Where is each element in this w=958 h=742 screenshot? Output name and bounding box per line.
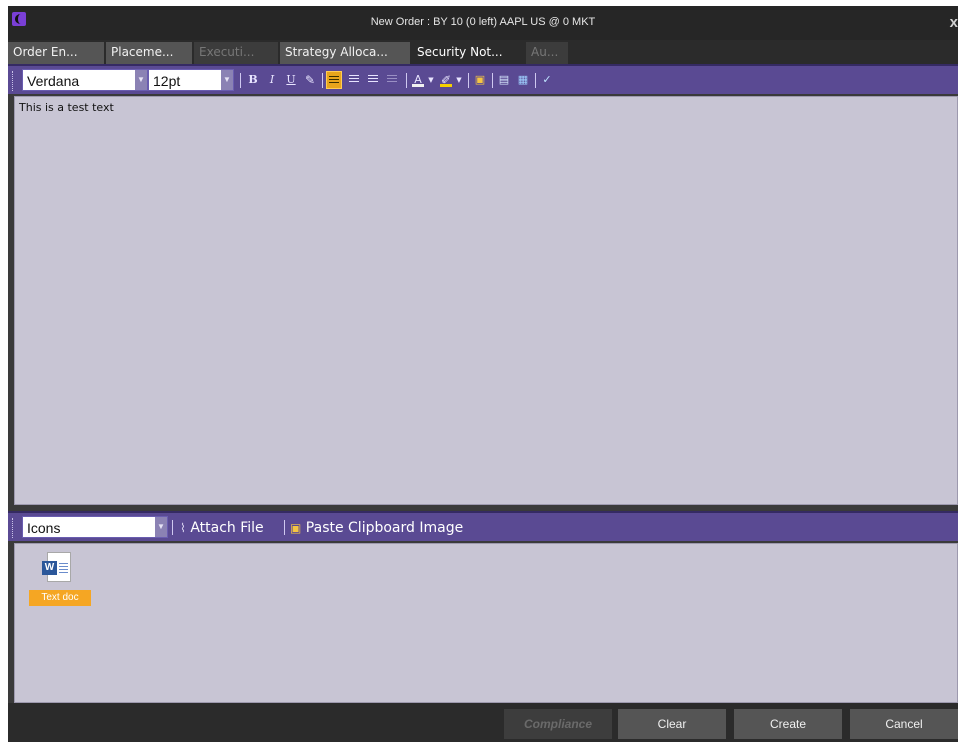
toolbar-grip[interactable] <box>12 518 15 538</box>
spellcheck-icon[interactable]: ✓ <box>539 71 555 89</box>
window-title: New Order : BY 10 (0 left) AAPL US @ 0 M… <box>370 16 596 28</box>
font-color-button[interactable]: A <box>410 71 426 89</box>
doc-lines <box>59 563 68 573</box>
toolbar-separator <box>406 73 407 88</box>
font-size-value: 12pt <box>153 73 181 89</box>
chevron-down-icon[interactable]: ▼ <box>454 71 464 89</box>
justify-icon <box>387 75 397 84</box>
clear-button[interactable]: Clear <box>618 709 726 739</box>
toolbar-separator <box>284 520 285 535</box>
align-center-button[interactable] <box>346 71 362 89</box>
tab-executions: Executi... <box>194 42 278 64</box>
bold-button[interactable]: B <box>245 71 261 89</box>
tab-strip: Order En... Placeme... Executi... Strate… <box>8 40 958 64</box>
align-right-icon <box>368 75 378 84</box>
notes-editor[interactable]: This is a test text <box>14 96 958 505</box>
attach-file-button[interactable]: ⌇ Attach File <box>180 520 264 536</box>
toolbar-separator <box>468 73 469 88</box>
create-button[interactable]: Create <box>734 709 842 739</box>
chevron-down-icon[interactable]: ▼ <box>426 71 436 89</box>
align-center-icon <box>349 75 359 84</box>
footer-bar: Compliance Clear Create Cancel <box>8 703 958 742</box>
order-window: New Order : BY 10 (0 left) AAPL US @ 0 M… <box>8 6 958 742</box>
title-bar: New Order : BY 10 (0 left) AAPL US @ 0 M… <box>8 6 958 40</box>
paste-icon: ▣ <box>290 521 302 535</box>
attachment-item[interactable]: W Text doc <box>27 552 91 612</box>
chevron-down-icon[interactable]: ▼ <box>221 70 233 90</box>
chevron-down-icon[interactable]: ▼ <box>135 70 147 90</box>
paperclip-icon: ⌇ <box>180 521 186 535</box>
justify-button[interactable] <box>384 71 400 89</box>
italic-button[interactable]: I <box>264 71 280 89</box>
view-mode-select[interactable]: Icons ▼ <box>22 516 168 538</box>
underline-button[interactable]: U <box>283 71 299 89</box>
font-size-select[interactable]: 12pt ▼ <box>148 69 234 91</box>
formatting-toolbar: Verdana ▼ 12pt ▼ B I U ✎ A ▼ ✐ ▼ ▣ ▤ ▦ ✓ <box>8 64 958 94</box>
attachment-name: Text doc <box>29 590 91 606</box>
compliance-button: Compliance <box>504 709 612 739</box>
word-doc-icon: W <box>42 552 71 582</box>
cancel-button[interactable]: Cancel <box>850 709 958 739</box>
attachment-toolbar: Icons ▼ ⌇ Attach File ▣ Paste Clipboard … <box>8 511 958 541</box>
align-left-icon <box>329 76 339 85</box>
attach-file-label: Attach File <box>190 520 264 536</box>
picture-icon[interactable]: ▦ <box>515 71 531 89</box>
attachment-area: W Text doc <box>14 543 958 703</box>
font-family-value: Verdana <box>27 73 80 89</box>
view-mode-value: Icons <box>27 520 61 536</box>
tab-audit: Au... <box>526 42 568 64</box>
align-right-button[interactable] <box>365 71 381 89</box>
align-left-button[interactable] <box>326 71 342 89</box>
toolbar-separator <box>492 73 493 88</box>
font-family-select[interactable]: Verdana ▼ <box>22 69 148 91</box>
font-color-swatch <box>412 84 424 87</box>
toolbar-separator <box>172 520 173 535</box>
toolbar-separator <box>322 73 323 88</box>
highlight-color-swatch <box>440 84 452 87</box>
chevron-down-icon[interactable]: ▼ <box>155 517 167 537</box>
insert-image-icon[interactable]: ▤ <box>496 71 512 89</box>
paste-icon[interactable]: ▣ <box>472 71 488 89</box>
toolbar-separator <box>240 73 241 88</box>
tab-order-entry[interactable]: Order En... <box>8 42 104 64</box>
paste-clipboard-image-button[interactable]: ▣ Paste Clipboard Image <box>290 520 463 536</box>
tab-security-notes[interactable]: Security Not... <box>412 42 524 64</box>
toolbar-separator <box>535 73 536 88</box>
tab-strategy-allocations[interactable]: Strategy Alloca... <box>280 42 410 64</box>
tab-placements[interactable]: Placeme... <box>106 42 192 64</box>
strikethrough-icon[interactable]: ✎ <box>302 71 318 89</box>
highlight-color-button[interactable]: ✐ <box>438 71 454 89</box>
toolbar-grip[interactable] <box>12 71 15 91</box>
paste-clipboard-image-label: Paste Clipboard Image <box>305 520 464 536</box>
word-badge: W <box>42 561 57 575</box>
editor-text: This is a test text <box>19 101 114 114</box>
close-button[interactable]: x <box>950 14 958 31</box>
